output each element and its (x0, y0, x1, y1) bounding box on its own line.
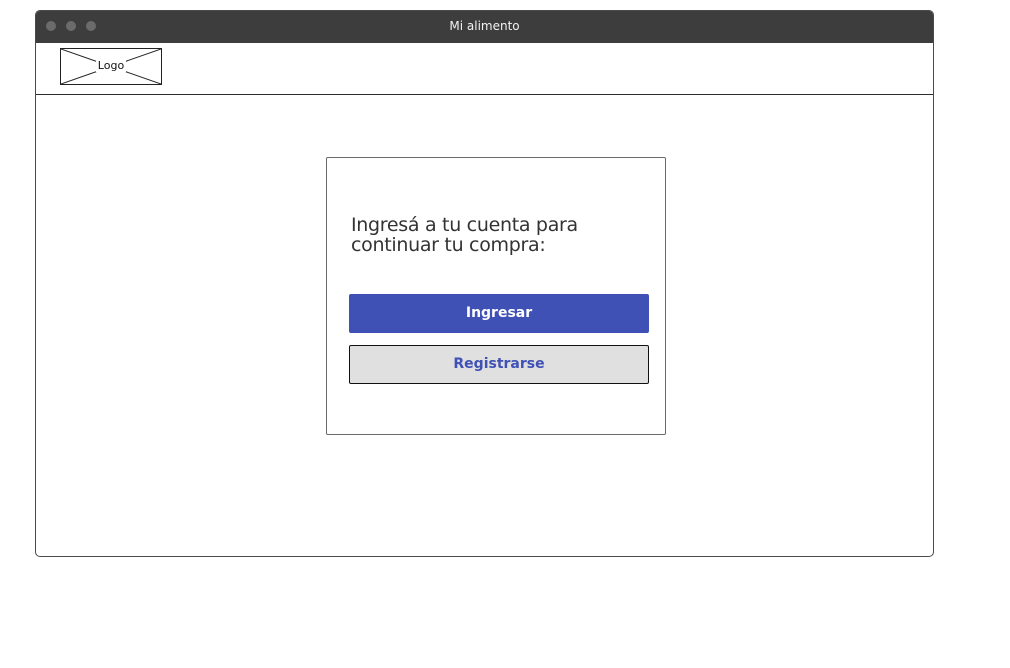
login-heading: Ingresá a tu cuenta para continuar tu co… (351, 214, 578, 256)
site-header: Logo (36, 43, 933, 95)
logo-label: Logo (95, 59, 127, 72)
register-button[interactable]: Registrarse (349, 345, 649, 384)
window-title: Mi alimento (449, 19, 520, 33)
window-titlebar: Mi alimento (36, 11, 933, 43)
logo-placeholder[interactable]: Logo (60, 48, 162, 85)
browser-window: Mi alimento Logo Ingresá a tu cuenta par… (35, 10, 934, 557)
login-button[interactable]: Ingresar (349, 294, 649, 333)
login-card: Ingresá a tu cuenta para continuar tu co… (326, 157, 666, 435)
